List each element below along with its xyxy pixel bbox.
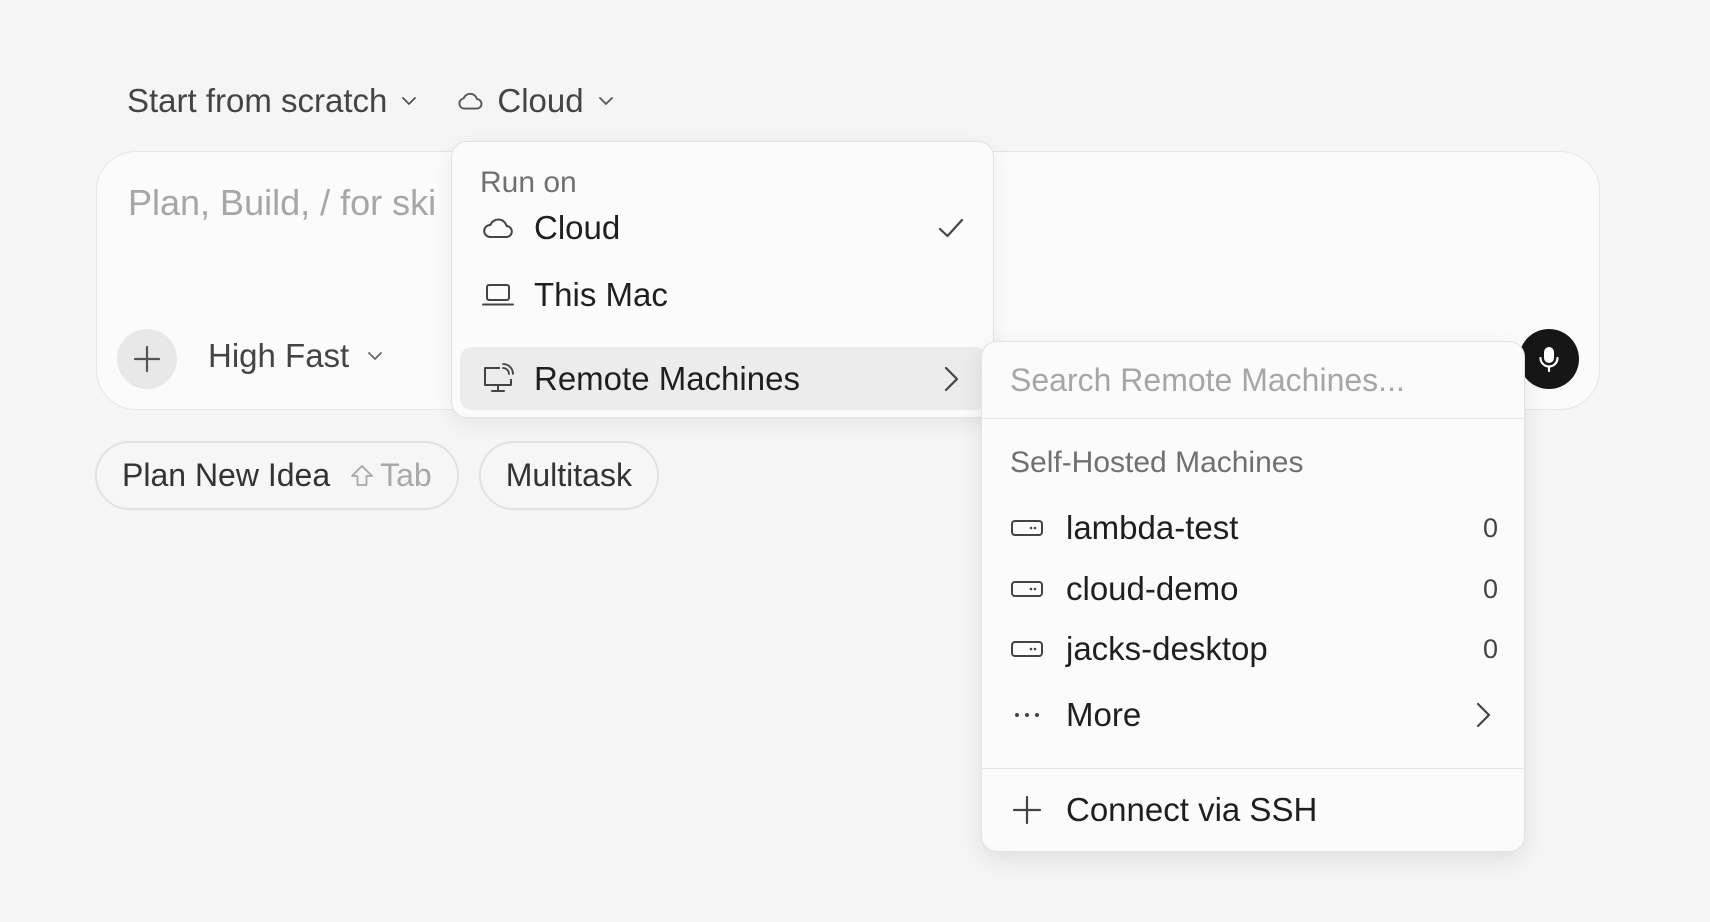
- checkmark-icon: [935, 212, 967, 244]
- divider: [982, 768, 1524, 769]
- cloud-icon: [455, 86, 485, 116]
- ellipsis-icon: [1010, 698, 1044, 732]
- shift-key-icon: [348, 462, 376, 490]
- template-label: Start from scratch: [127, 82, 388, 119]
- remote-monitor-icon: [480, 361, 516, 397]
- chevron-right-icon: [935, 363, 967, 395]
- microphone-icon: [1534, 344, 1564, 374]
- cloud-icon: [480, 210, 516, 246]
- run-on-menu: Run on Cloud This Mac Remote Machines: [451, 141, 994, 418]
- machine-item-jacks-desktop[interactable]: jacks-desktop 0: [982, 619, 1526, 679]
- section-header: Self-Hosted Machines: [1010, 446, 1304, 479]
- menu-item-label: This Mac: [534, 275, 668, 313]
- add-attachment-button[interactable]: [117, 329, 177, 389]
- server-icon: [1010, 632, 1044, 666]
- menu-item-label: Remote Machines: [534, 359, 800, 397]
- menu-item-label: Cloud: [534, 208, 621, 246]
- chip-label: Multitask: [505, 457, 632, 493]
- machine-name: jacks-desktop: [1066, 630, 1268, 667]
- machine-name: cloud-demo: [1066, 570, 1239, 607]
- chip-label: Plan New Idea: [122, 457, 331, 493]
- plus-icon: [1010, 793, 1044, 827]
- prompt-input[interactable]: Plan, Build, / for ski: [128, 182, 436, 224]
- remote-machines-submenu: Search Remote Machines... Self-Hosted Ma…: [981, 341, 1525, 852]
- machine-count: 0: [1482, 633, 1498, 664]
- menu-item-remote-machines[interactable]: Remote Machines: [460, 347, 987, 410]
- machine-count: 0: [1482, 512, 1498, 543]
- chevron-down-icon: [399, 91, 419, 111]
- more-machines-item[interactable]: More: [982, 685, 1526, 745]
- template-dropdown[interactable]: Start from scratch: [127, 82, 419, 120]
- shortcut-hint: Tab: [348, 457, 432, 494]
- server-icon: [1010, 511, 1044, 545]
- machine-count: 0: [1482, 573, 1498, 604]
- environment-dropdown[interactable]: Cloud: [455, 82, 615, 120]
- shortcut-key: Tab: [380, 457, 432, 493]
- machine-item-cloud-demo[interactable]: cloud-demo 0: [982, 559, 1526, 619]
- machine-name: lambda-test: [1066, 509, 1239, 546]
- more-label: More: [1066, 696, 1142, 733]
- quick-actions: Plan New Idea Tab Multitask: [95, 441, 659, 510]
- laptop-icon: [480, 277, 516, 313]
- remote-machines-search-input[interactable]: Search Remote Machines...: [1010, 362, 1405, 399]
- environment-label: Cloud: [497, 82, 584, 119]
- top-toolbar: Start from scratch Cloud: [127, 78, 616, 124]
- chevron-right-icon: [1468, 700, 1498, 730]
- chevron-down-icon: [365, 346, 385, 366]
- server-icon: [1010, 572, 1044, 606]
- menu-item-this-mac[interactable]: This Mac: [460, 263, 987, 326]
- model-dropdown[interactable]: High Fast: [208, 337, 385, 375]
- chevron-down-icon: [596, 91, 616, 111]
- multitask-chip[interactable]: Multitask: [478, 441, 659, 510]
- plus-icon: [131, 343, 163, 375]
- plan-new-idea-chip[interactable]: Plan New Idea Tab: [95, 441, 459, 510]
- connect-label: Connect via SSH: [1066, 791, 1318, 828]
- menu-header: Run on: [480, 166, 577, 199]
- menu-item-cloud[interactable]: Cloud: [460, 196, 987, 259]
- machine-item-lambda-test[interactable]: lambda-test 0: [982, 498, 1526, 558]
- divider: [982, 418, 1524, 419]
- voice-input-button[interactable]: [1519, 329, 1579, 389]
- connect-via-ssh-item[interactable]: Connect via SSH: [982, 780, 1526, 840]
- model-label: High Fast: [208, 337, 350, 374]
